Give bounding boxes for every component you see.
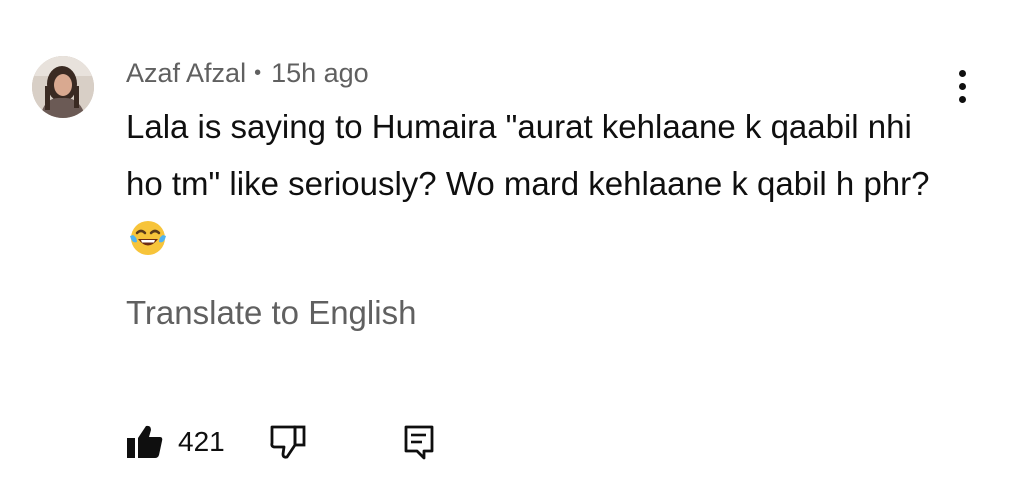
comment-card: Azaf Afzal • 15h ago Lala is saying to H… [0,0,1024,503]
comment-header: Azaf Afzal • 15h ago [126,56,369,90]
author-name[interactable]: Azaf Afzal [126,58,246,89]
reply-comment-icon [404,425,434,460]
more-dot [958,95,966,103]
thumbs-up-icon [127,425,163,458]
dislike-button[interactable] [269,424,307,460]
translate-button[interactable]: Translate to English [126,294,416,332]
like-count: 421 [178,426,225,457]
comment-action-bar: 421 [126,422,435,462]
header-separator: • [254,61,262,84]
author-avatar[interactable] [32,56,94,118]
reply-button[interactable] [403,424,435,460]
like-button[interactable] [126,424,164,460]
joy-tears-emoji [128,218,168,275]
thumbs-down-icon [270,425,306,459]
comment-time[interactable]: 15h ago [271,58,369,89]
more-vertical-icon [958,69,966,77]
comment-text: Lala is saying to Humaira "aurat kehlaan… [126,108,930,202]
comment-text-container: Lala is saying to Humaira "aurat kehlaan… [126,98,956,275]
avatar-image [32,56,94,118]
more-dot [958,82,966,90]
